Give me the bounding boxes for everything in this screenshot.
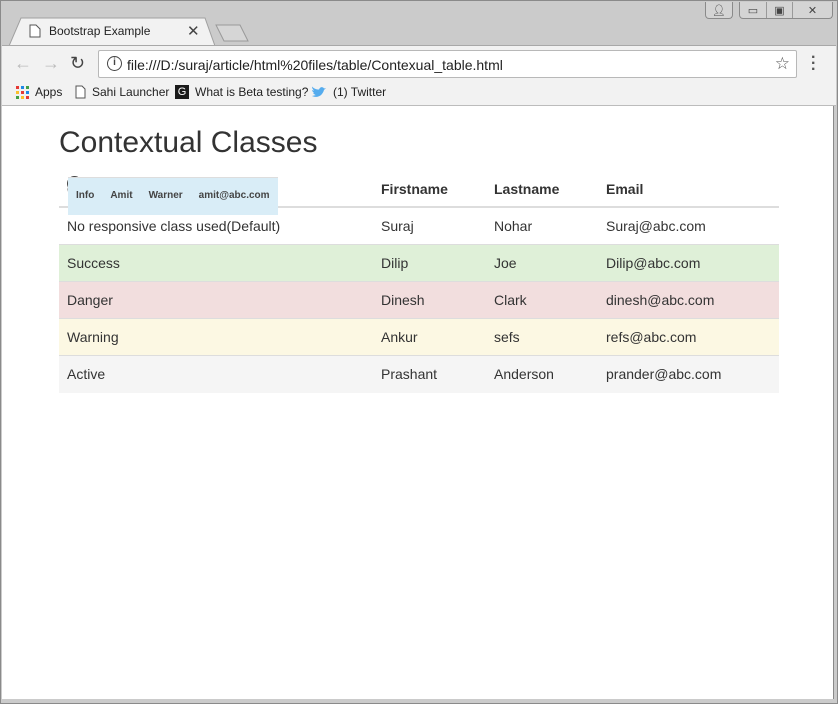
page-title: Contextual Classes [59,126,317,160]
table-cell: Warner [141,178,191,215]
table-cell: dinesh@abc.com [598,281,779,318]
browser-window: Bootstrap Example ✕ 👤︎ ▭▣✕ ← → ↻ i file:… [0,0,838,704]
table-cell: sefs [486,319,598,356]
table-cell: Suraj@abc.com [598,207,779,244]
minimize-button[interactable]: ▭ [740,2,766,18]
contextual-table: Class Firstname Lastname Email No respon… [59,171,779,393]
table-cell: Danger [59,281,373,318]
bookmark-twitter[interactable]: (1) Twitter [311,85,386,99]
table-cell: Nohar [486,207,598,244]
maximize-button[interactable]: ▣ [766,2,792,18]
forward-icon[interactable]: → [42,53,60,74]
table-cell: Dilip [373,244,486,281]
table-cell: Warning [59,319,373,356]
bookmarks-bar: Apps Sahi Launcher G What is Beta testin… [2,80,836,106]
page-icon [75,85,86,99]
toolbar: ← → ↻ i file:///D:/suraj/article/html%20… [2,45,836,80]
bookmark-sahi-launcher[interactable]: Sahi Launcher [75,85,169,99]
tab-strip: Bootstrap Example ✕ 👤︎ ▭▣✕ [1,1,837,45]
table-cell: Joe [486,244,598,281]
bookmark-star-icon[interactable]: ☆ [775,54,790,74]
apps-grid-icon [16,86,29,99]
table-row-active: ActivePrashantAndersonprander@abc.com [59,356,779,393]
table-cell: prander@abc.com [598,356,779,393]
g-logo-icon: G [175,85,189,99]
twitter-bird-icon [311,86,327,99]
profile-button[interactable]: 👤︎ [705,2,733,19]
close-window-button[interactable]: ✕ [792,2,832,18]
table-cell: Prashant [373,356,486,393]
table-cell: refs@abc.com [598,319,779,356]
table-cell: Dilip@abc.com [598,244,779,281]
table-cell: Ankur [373,319,486,356]
bookmark-apps[interactable]: Apps [16,85,62,99]
column-header: Lastname [486,171,598,207]
table-cell: Amit [102,178,140,215]
page-content: Contextual Classes Class Firstname Lastn… [2,106,834,699]
address-bar[interactable]: i file:///D:/suraj/article/html%20files/… [98,50,797,78]
new-tab-button[interactable] [215,24,249,42]
tab-close-icon[interactable]: ✕ [187,22,200,40]
table-row-danger: DangerDineshClarkdinesh@abc.com [59,281,779,318]
table-row-success: SuccessDilipJoeDilip@abc.com [59,244,779,281]
url-text[interactable]: file:///D:/suraj/article/html%20files/ta… [127,57,503,73]
table-cell: Dinesh [373,281,486,318]
menu-icon[interactable]: ··· [811,55,816,73]
table-row-info: InfoAmitWarneramit@abc.com [67,176,82,191]
tab-title: Bootstrap Example [49,24,150,38]
table-row-warning: WarningAnkursefsrefs@abc.com [59,319,779,356]
table-cell: Active [59,356,373,393]
table-cell: Clark [486,281,598,318]
info-icon[interactable]: i [107,56,122,71]
table-cell: Success [59,244,373,281]
page-icon [29,24,41,38]
bookmark-beta-testing[interactable]: G What is Beta testing? [175,85,308,99]
back-icon[interactable]: ← [14,53,32,74]
table-cell: Info [68,178,102,215]
reload-icon[interactable]: ↻ [70,53,85,74]
table-cell: Suraj [373,207,486,244]
table-cell: Anderson [486,356,598,393]
table-cell: amit@abc.com [191,178,278,215]
column-header: Firstname [373,171,486,207]
column-header: Email [598,171,779,207]
